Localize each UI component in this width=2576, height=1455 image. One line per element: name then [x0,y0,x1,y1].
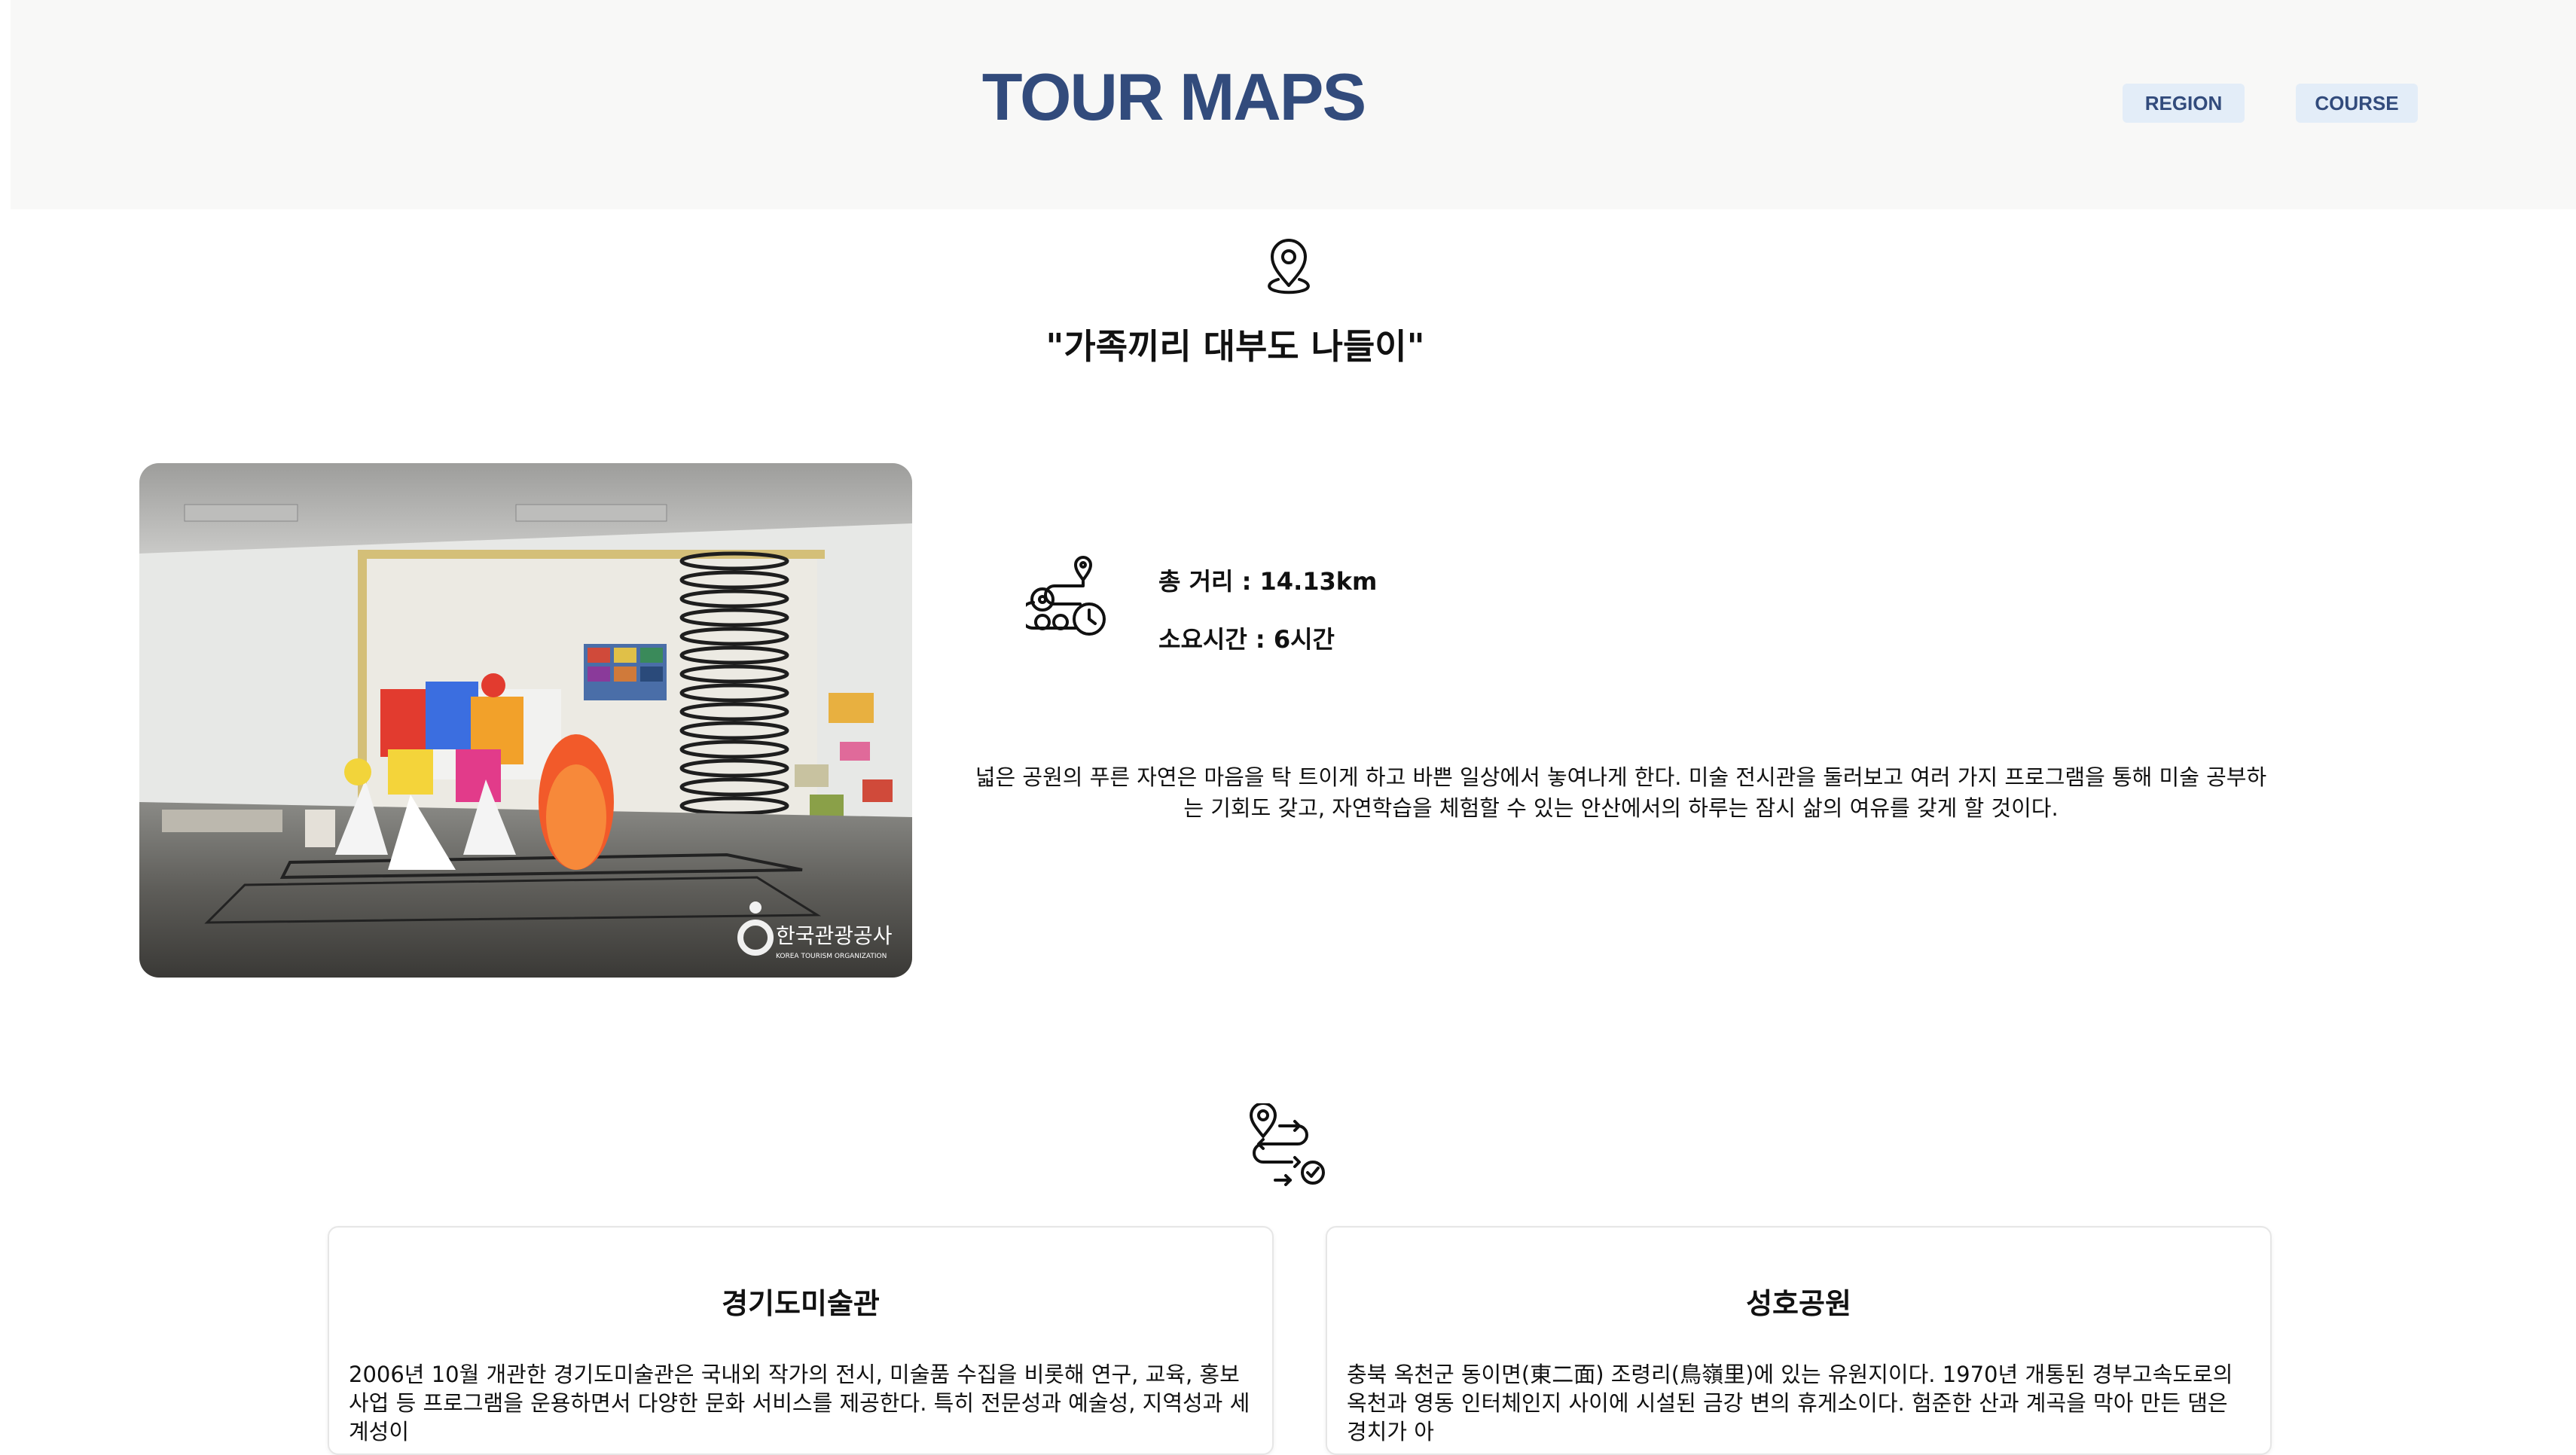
course-card-1[interactable]: 경기도미술관 2006년 10월 개관한 경기도미술관은 국내외 작가의 전시,… [328,1226,1274,1455]
course-path-icon [1245,1102,1328,1186]
site-logo[interactable]: TOUR MAPS [0,59,2462,136]
card-text: 충북 옥천군 동이면(東二面) 조령리(鳥嶺里)에 있는 유원지이다. 1970… [1347,1362,2233,1444]
watermark-subtext: KOREA TOURISM ORGANIZATION [776,953,887,960]
total-time: 소요시간 : 6시간 [1158,625,1335,654]
course-description: 넓은 공원의 푸른 자연은 마음을 탁 트이게 하고 바쁜 일상에서 놓여나게 … [975,764,2267,821]
card-text: 2006년 10월 개관한 경기도미술관은 국내외 작가의 전시, 미술품 수집… [349,1362,1250,1444]
card-title: 경기도미술관 [722,1287,880,1320]
course-title: "가족끼리 대부도 나들이" [1045,326,1425,367]
map-pin-icon [1262,236,1316,294]
course-card-2[interactable]: 성호공원 충북 옥천군 동이면(東二面) 조령리(鳥嶺里)에 있는 유원지이다.… [1326,1226,2272,1455]
nav-region-button[interactable]: REGION [2123,84,2245,123]
course-photo: 한국관광공사 KOREA TOURISM ORGANIZATION [139,463,912,978]
total-distance: 총 거리 : 14.13km [1158,567,1378,596]
nav-course-button[interactable]: COURSE [2296,84,2418,123]
route-clock-icon [1019,556,1109,643]
card-title: 성호공원 [1746,1287,1851,1320]
watermark-text: 한국관광공사 [776,923,893,948]
